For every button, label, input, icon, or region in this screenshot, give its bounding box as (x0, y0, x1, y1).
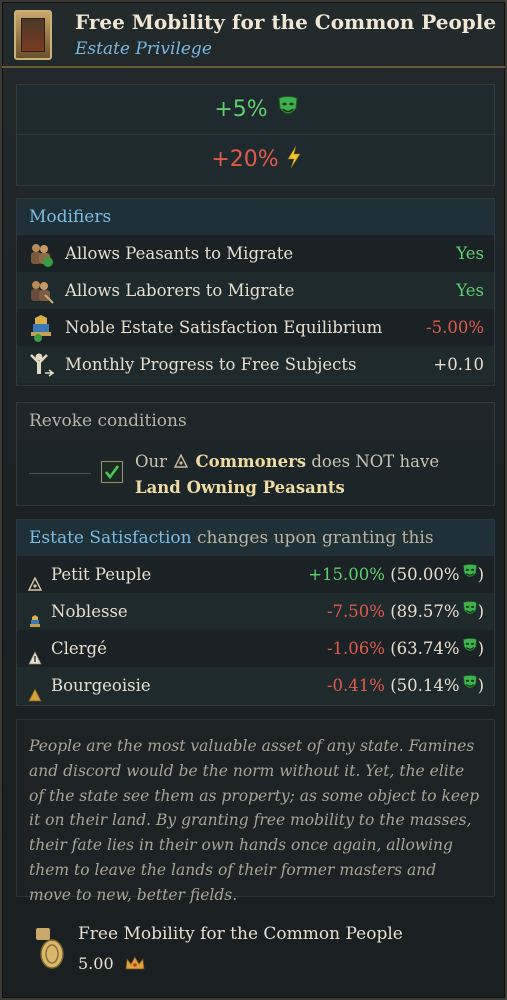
tooltip-header: Free Mobility for the Common People Esta… (2, 2, 505, 68)
estate-name: Petit Peuple (51, 565, 152, 584)
gold-coin-icon (34, 926, 66, 970)
modifier-value: +0.10 (433, 355, 484, 374)
modifier-row[interactable]: Monthly Progress to Free Subjects +0.10 (17, 346, 494, 383)
satisfaction-change: -7.50% (326, 602, 385, 621)
satisfaction-base: (89.57% (390, 602, 460, 621)
satisfaction-close: ) (477, 676, 484, 695)
satisfaction-close: ) (477, 565, 484, 584)
privilege-painting-icon (14, 10, 52, 60)
satisfaction-change: -0.41% (326, 676, 385, 695)
estate-name: Bourgeoisie (51, 676, 151, 695)
satisfaction-base: (50.00% (390, 565, 460, 584)
divider (29, 473, 91, 474)
modifier-label: Monthly Progress to Free Subjects (65, 355, 357, 374)
privilege-tooltip: Free Mobility for the Common People Esta… (0, 0, 507, 1000)
condition-text: Our Commoners does NOT have Land Owning … (135, 449, 465, 500)
revoke-title: Revoke conditions (17, 403, 494, 439)
modifiers-panel: Modifiers Allows Peasants to Migrate Yes… (16, 198, 495, 386)
laborers-migrate-icon (27, 277, 55, 305)
effect-row: +5% (17, 85, 496, 135)
satisfaction-close: ) (477, 602, 484, 621)
peasants-migrate-icon (27, 240, 55, 268)
satisfaction-title: Estate Satisfaction changes upon grantin… (17, 520, 494, 584)
lightning-bolt-icon (286, 145, 302, 175)
estate-name: Clergé (51, 639, 107, 658)
free-subjects-icon (27, 351, 55, 379)
privilege-type: Estate Privilege (75, 39, 212, 59)
green-mask-icon (462, 668, 478, 705)
modifier-label: Allows Peasants to Migrate (65, 244, 294, 263)
effect-row: +20% (17, 135, 496, 185)
estate-row[interactable]: Petit Peuple +15.00% (50.00%) (17, 556, 494, 593)
condition-middle: does NOT have (311, 452, 440, 471)
satisfaction-base: (50.14% (390, 676, 460, 695)
noble-estate-icon (27, 314, 55, 342)
footer-cost: 5.00 (78, 954, 145, 975)
green-mask-icon (462, 594, 478, 631)
modifiers-list: Allows Peasants to Migrate Yes Allows La… (17, 235, 494, 383)
modifier-value: Yes (456, 244, 484, 263)
condition-prefix: Our (135, 452, 168, 471)
modifier-row[interactable]: Noble Estate Satisfaction Equilibrium -5… (17, 309, 494, 346)
effect-value: +20% (211, 147, 279, 172)
burghers-estate-icon (28, 678, 42, 715)
estate-change: +15.00% (50.00%) (308, 556, 484, 594)
green-mask-icon (462, 631, 478, 668)
modifier-value: -5.00% (426, 318, 484, 337)
commoners-estate-icon (174, 450, 189, 475)
crown-icon (125, 955, 145, 975)
estate-change: -0.41% (50.14%) (327, 667, 484, 705)
satisfaction-close: ) (477, 639, 484, 658)
revoke-panel: Revoke conditions Our Commoners does NOT… (16, 402, 495, 506)
revoke-condition: Our Commoners does NOT have Land Owning … (17, 439, 494, 507)
satisfaction-list: Petit Peuple +15.00% (50.00%) Noblesse -… (17, 556, 494, 704)
satisfaction-panel: Estate Satisfaction changes upon grantin… (16, 519, 495, 706)
satisfaction-title-bold: Estate Satisfaction (29, 528, 192, 548)
lore-text: People are the most valuable asset of an… (16, 719, 495, 904)
modifier-label: Noble Estate Satisfaction Equilibrium (65, 318, 383, 337)
estate-change: -7.50% (89.57%) (327, 593, 484, 631)
modifier-row[interactable]: Allows Laborers to Migrate Yes (17, 272, 494, 309)
modifier-row[interactable]: Allows Peasants to Migrate Yes (17, 235, 494, 272)
checkmark-icon (104, 465, 120, 480)
modifiers-title: Modifiers (17, 199, 494, 235)
estate-row[interactable]: Noblesse -7.50% (89.57%) (17, 593, 494, 630)
condition-estate[interactable]: Commoners (196, 452, 307, 471)
effect-value: +5% (214, 97, 268, 122)
footer-title: Free Mobility for the Common People (78, 924, 403, 944)
estate-row[interactable]: Clergé -1.06% (63.74%) (17, 630, 494, 667)
green-mask-icon (277, 95, 299, 125)
privilege-title: Free Mobility for the Common People (75, 10, 497, 34)
condition-target[interactable]: Land Owning Peasants (135, 478, 345, 497)
estate-name: Noblesse (51, 602, 128, 621)
green-mask-icon (462, 557, 478, 594)
effects-box: +5% +20% (16, 84, 496, 186)
modifier-value: Yes (456, 281, 484, 300)
condition-checkbox (101, 461, 123, 483)
satisfaction-change: +15.00% (308, 565, 385, 584)
modifier-label: Allows Laborers to Migrate (65, 281, 295, 300)
satisfaction-change: -1.06% (326, 639, 385, 658)
cost-value: 5.00 (78, 954, 114, 973)
estate-row[interactable]: Bourgeoisie -0.41% (50.14%) (17, 667, 494, 704)
satisfaction-base: (63.74% (390, 639, 460, 658)
estate-change: -1.06% (63.74%) (327, 630, 484, 668)
